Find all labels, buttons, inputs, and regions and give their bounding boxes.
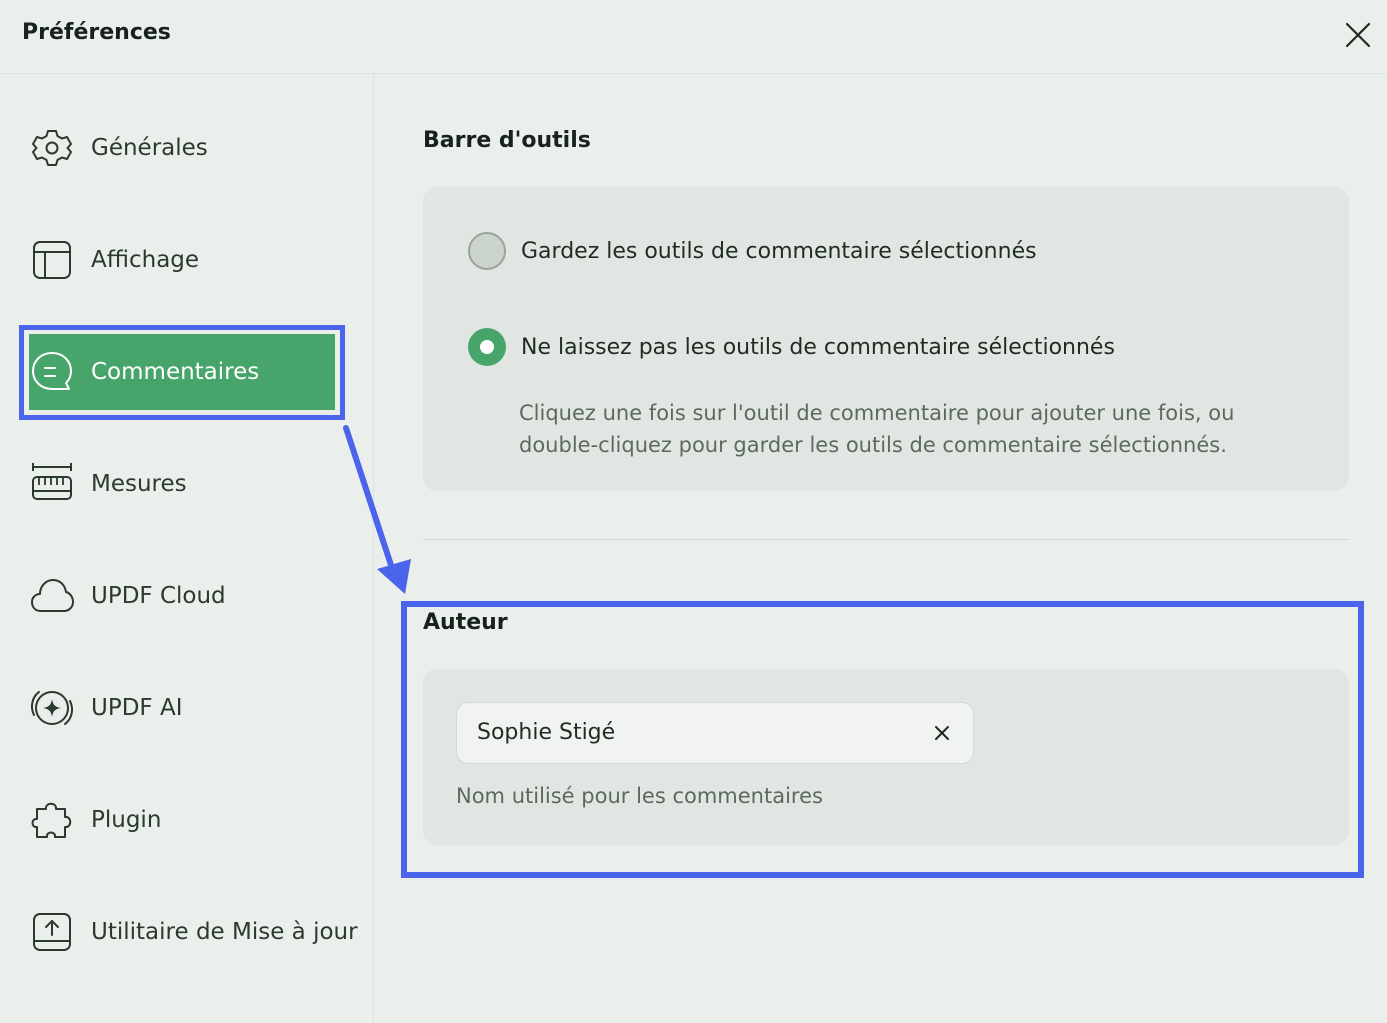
sidebar-item-plugin[interactable]: Plugin — [29, 782, 335, 858]
sidebar-item-label: Utilitaire de Mise à jour — [91, 919, 358, 945]
sidebar-item-label: Affichage — [91, 247, 200, 273]
radio-dont-keep-tools-selected[interactable]: Ne laissez pas les outils de commentaire… — [468, 328, 1115, 366]
radio-label: Ne laissez pas les outils de commentaire… — [521, 334, 1115, 360]
sidebar-item-label: Mesures — [91, 471, 187, 497]
author-caption: Nom utilisé pour les commentaires — [456, 784, 823, 808]
sidebar-item-label: UPDF AI — [91, 695, 183, 721]
clear-name-button[interactable] — [927, 718, 957, 748]
section-title-author: Auteur — [423, 610, 508, 635]
preferences-header: Préférences — [0, 0, 1387, 74]
sidebar-item-label: Plugin — [91, 807, 162, 833]
radio-label: Gardez les outils de commentaire sélecti… — [521, 238, 1037, 264]
close-icon — [1345, 22, 1371, 48]
sidebar — [0, 75, 374, 1023]
hint-line: Cliquez une fois sur l'outil de commenta… — [519, 401, 1235, 425]
hint-line: double-cliquez pour garder les outils de… — [519, 433, 1227, 457]
sidebar-item-generales[interactable]: Générales — [29, 110, 335, 186]
sidebar-item-mesures[interactable]: Mesures — [29, 446, 335, 522]
sidebar-item-utilitaire-mise-a-jour[interactable]: Utilitaire de Mise à jour — [29, 894, 358, 970]
radio-button-checked[interactable] — [468, 328, 506, 366]
sidebar-item-updf-cloud[interactable]: UPDF Cloud — [29, 558, 335, 634]
window-title: Préférences — [22, 20, 171, 45]
gear-icon — [29, 125, 75, 171]
sidebar-item-label: Commentaires — [91, 359, 260, 385]
puzzle-icon — [29, 797, 75, 843]
update-icon — [29, 909, 75, 955]
author-name-value[interactable]: Sophie Stigé — [477, 720, 615, 745]
author-name-input[interactable]: Sophie Stigé — [456, 702, 974, 764]
section-divider — [423, 539, 1349, 540]
sidebar-item-updf-ai[interactable]: UPDF AI — [29, 670, 335, 746]
layout-icon — [29, 237, 75, 283]
sidebar-item-commentaires[interactable]: Commentaires — [29, 334, 335, 410]
section-title-toolbar: Barre d'outils — [423, 128, 591, 153]
close-button[interactable] — [1340, 17, 1376, 53]
toolbar-hint-text: Cliquez une fois sur l'outil de commenta… — [519, 397, 1234, 461]
cloud-icon — [29, 573, 75, 619]
sidebar-item-label: UPDF Cloud — [91, 583, 226, 609]
radio-button-unchecked[interactable] — [468, 232, 506, 270]
clear-icon — [935, 726, 949, 740]
sidebar-item-affichage[interactable]: Affichage — [29, 222, 335, 298]
sidebar-item-label: Générales — [91, 135, 208, 161]
comment-icon — [29, 349, 75, 395]
radio-keep-tools-selected[interactable]: Gardez les outils de commentaire sélecti… — [468, 232, 1037, 270]
ai-sparkle-icon — [29, 685, 75, 731]
ruler-icon — [29, 461, 75, 507]
